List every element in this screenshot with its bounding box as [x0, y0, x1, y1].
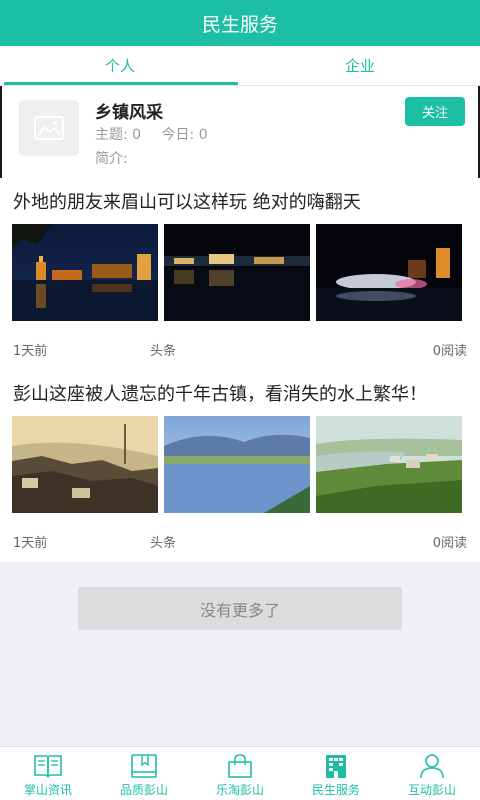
article-card[interactable]: 外地的朋友来眉山可以这样玩 绝对的嗨翻天 1天前 头条 0阅读 [0, 178, 480, 370]
avatar [19, 100, 79, 156]
channel-intro: 简介: [95, 151, 128, 167]
nav-item-news[interactable]: 掌山资讯 [0, 747, 96, 800]
river-landscape-photo[interactable] [164, 416, 310, 513]
article-source: 头条 [150, 344, 177, 359]
article-reads: 0阅读 [432, 344, 467, 359]
tab-personal[interactable]: 个人 [0, 46, 240, 85]
nav-label: 品质彭山 [119, 783, 168, 797]
nav-item-interact[interactable]: 互动彭山 [384, 747, 480, 800]
user-icon [420, 754, 444, 779]
building-icon [326, 755, 346, 778]
bookmark-book-icon [131, 754, 157, 778]
today-count: 今日: 0 [161, 127, 208, 143]
channel-name: 乡镇风采 [95, 103, 163, 123]
old-town-roofs-photo[interactable] [12, 416, 158, 513]
nav-label: 掌山资讯 [23, 783, 72, 797]
article-time: 1天前 [13, 344, 48, 359]
nav-label: 乐淘彭山 [215, 783, 264, 797]
night-waterfront-photo[interactable] [164, 224, 310, 321]
article-title[interactable]: 彭山这座被人遗忘的千年古镇，看消失的水上繁华！ [13, 380, 427, 406]
nav-label: 互动彭山 [407, 783, 456, 797]
follow-button[interactable]: 关注 [405, 97, 465, 126]
tab-bar: 个人 企业 [0, 46, 480, 86]
town-aerial-photo[interactable] [316, 416, 462, 513]
article-time: 1天前 [13, 536, 48, 551]
tab-enterprise[interactable]: 企业 [240, 46, 480, 85]
article-card[interactable]: 彭山这座被人遗忘的千年古镇，看消失的水上繁华！ 1天前 头条 0阅读 [0, 370, 480, 562]
nav-label: 民生服务 [311, 783, 360, 797]
book-open-icon [34, 755, 62, 778]
nav-item-shop[interactable]: 乐淘彭山 [192, 747, 288, 800]
shopping-bag-icon [228, 754, 252, 778]
page-title: 民生服务 [201, 13, 278, 36]
channel-stats: 主题: 0 今日: 0 [95, 124, 224, 144]
article-reads: 0阅读 [432, 536, 467, 551]
article-source: 头条 [150, 536, 177, 551]
article-images [12, 416, 462, 513]
no-more-button[interactable]: 没有更多了 [78, 587, 402, 630]
article-title[interactable]: 外地的朋友来眉山可以这样玩 绝对的嗨翻天 [13, 188, 361, 214]
top-bar: 民生服务 [0, 0, 480, 46]
night-city-river-photo[interactable] [12, 224, 158, 321]
article-images [12, 224, 462, 321]
night-fountain-photo[interactable] [316, 224, 462, 321]
nav-item-quality[interactable]: 品质彭山 [96, 747, 192, 800]
image-placeholder-icon [34, 116, 64, 140]
bottom-nav: 掌山资讯 品质彭山 乐淘彭山 民生服务 互动彭山 [0, 746, 480, 800]
topics-count: 主题: 0 [95, 127, 142, 143]
nav-item-services[interactable]: 民生服务 [288, 747, 384, 800]
